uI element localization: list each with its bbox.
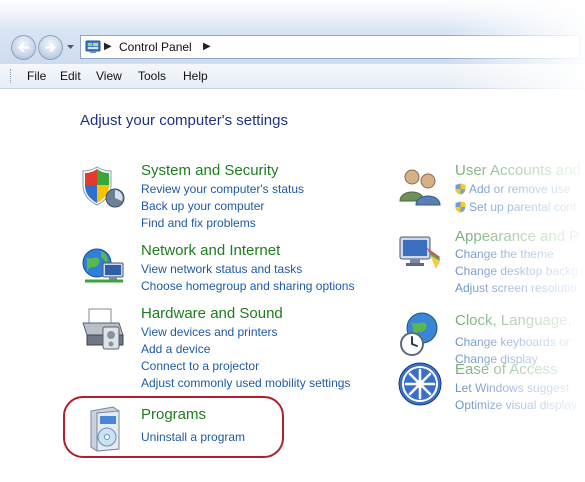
link-network-status[interactable]: View network status and tasks xyxy=(141,262,302,276)
menu-view[interactable]: View xyxy=(96,69,122,83)
link-devices-printers[interactable]: View devices and printers xyxy=(141,325,278,339)
link-connect-projector[interactable]: Connect to a projector xyxy=(141,359,259,373)
category-title-network[interactable]: Network and Internet xyxy=(141,242,280,259)
link-back-up[interactable]: Back up your computer xyxy=(141,199,264,213)
link-change-theme[interactable]: Change the theme xyxy=(455,247,554,261)
forward-button[interactable] xyxy=(38,35,63,60)
shield-icon[interactable] xyxy=(79,163,127,211)
category-title-users[interactable]: User Accounts and xyxy=(455,162,581,179)
link-desktop-background[interactable]: Change desktop backg xyxy=(455,264,578,278)
link-add-remove-users[interactable]: Add or remove use xyxy=(455,182,570,196)
link-add-device[interactable]: Add a device xyxy=(141,342,210,356)
menu-edit[interactable]: Edit xyxy=(60,69,81,83)
link-parental-controls-label: Set up parental cont xyxy=(469,200,577,214)
forward-arrow-icon xyxy=(44,42,57,53)
category-title-appearance[interactable]: Appearance and P xyxy=(455,228,579,245)
globe-clock-icon[interactable] xyxy=(396,310,444,358)
menu-tools[interactable]: Tools xyxy=(138,69,166,83)
breadcrumb-control-panel[interactable]: Control Panel xyxy=(119,40,192,54)
page-title: Adjust your computer's settings xyxy=(80,112,288,129)
control-panel-icon xyxy=(85,40,101,53)
link-parental-controls[interactable]: Set up parental cont xyxy=(455,200,576,214)
link-optimize-visual[interactable]: Optimize visual display xyxy=(455,398,577,412)
menu-help[interactable]: Help xyxy=(183,69,208,83)
menu-file[interactable]: File xyxy=(27,69,46,83)
printer-icon[interactable] xyxy=(79,305,127,353)
link-homegroup-sharing[interactable]: Choose homegroup and sharing options xyxy=(141,279,354,293)
uac-shield-icon xyxy=(455,201,466,213)
link-add-remove-users-label: Add or remove use xyxy=(469,182,571,196)
address-bar[interactable]: ▶ Control Panel ▶ xyxy=(80,35,580,59)
category-title-system[interactable]: System and Security xyxy=(141,162,279,179)
globe-network-icon[interactable] xyxy=(79,243,127,291)
menu-grip xyxy=(10,69,13,83)
link-screen-resolution[interactable]: Adjust screen resolutio xyxy=(455,281,576,295)
uac-shield-icon xyxy=(455,183,466,195)
link-mobility-settings[interactable]: Adjust commonly used mobility settings xyxy=(141,376,350,390)
back-arrow-icon xyxy=(17,42,30,53)
breadcrumb-separator-icon[interactable]: ▶ xyxy=(104,41,112,52)
programs-highlight-circle xyxy=(63,396,284,458)
title-bar: ▶ Control Panel ▶ xyxy=(0,0,585,65)
chevron-down-icon xyxy=(67,45,74,49)
link-change-keyboards[interactable]: Change keyboards or xyxy=(455,335,570,349)
recent-pages-dropdown[interactable] xyxy=(66,43,75,52)
link-find-fix-problems[interactable]: Find and fix problems xyxy=(141,216,256,230)
users-icon[interactable] xyxy=(396,163,444,211)
breadcrumb-expand-icon[interactable]: ▶ xyxy=(203,41,211,52)
category-title-hardware[interactable]: Hardware and Sound xyxy=(141,305,283,322)
back-button[interactable] xyxy=(11,35,36,60)
category-title-ease[interactable]: Ease of Access xyxy=(455,361,558,378)
control-panel-window: ▶ Control Panel ▶ File Edit View Tools H… xyxy=(0,0,585,482)
monitor-palette-icon[interactable] xyxy=(396,229,444,277)
accessibility-icon[interactable] xyxy=(396,360,444,408)
link-review-status[interactable]: Review your computer's status xyxy=(141,182,304,196)
link-windows-suggest[interactable]: Let Windows suggest xyxy=(455,381,569,395)
category-title-clock[interactable]: Clock, Language, xyxy=(455,312,572,329)
menu-bar: File Edit View Tools Help xyxy=(0,64,585,89)
